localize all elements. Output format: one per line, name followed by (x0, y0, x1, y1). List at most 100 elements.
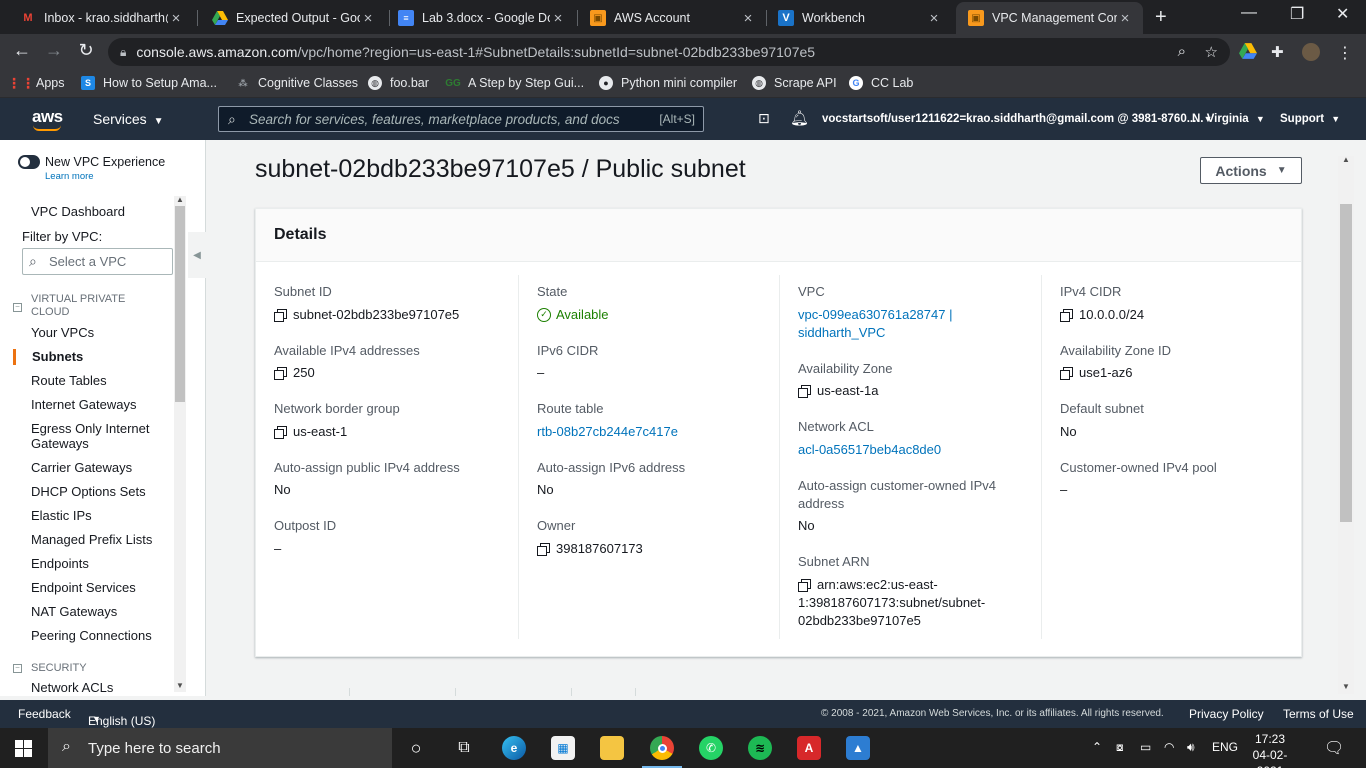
chrome-icon[interactable] (650, 736, 674, 760)
wifi-icon[interactable]: ◠ (1164, 740, 1174, 754)
aws-search-input[interactable]: ⌕ Search for services, features, marketp… (218, 106, 704, 132)
scroll-up-icon[interactable]: ▲ (1342, 155, 1350, 164)
bookmark-scrape-api[interactable]: ◍ Scrape API (752, 76, 837, 90)
reload-icon[interactable]: ↻ (74, 40, 98, 61)
extensions-puzzle-icon[interactable]: ✚ (1271, 43, 1289, 61)
sidebar-item-nat-gateways[interactable]: NAT Gateways (31, 604, 117, 619)
copy-icon[interactable] (1060, 309, 1073, 322)
route-table-link[interactable]: rtb-08b27cb244e7c417e (537, 423, 678, 441)
scroll-down-icon[interactable]: ▼ (1342, 682, 1350, 691)
microsoft-store-icon[interactable]: ▦ (551, 736, 575, 760)
new-tab-icon[interactable]: + (1155, 6, 1167, 29)
restore-icon[interactable]: ❐ (1290, 4, 1304, 24)
tab-vpc-management[interactable]: ▣ VPC Management Cons × (956, 2, 1143, 34)
close-icon[interactable]: × (740, 10, 756, 27)
notifications-bell-icon[interactable]: 🔔︎ (790, 109, 809, 127)
bookmark-how-to-setup[interactable]: S How to Setup Ama... (81, 76, 217, 90)
bookmark-star-icon[interactable]: ☆ (1205, 43, 1218, 61)
services-menu[interactable]: Services ▼ (93, 111, 163, 127)
close-icon[interactable]: × (550, 10, 566, 27)
collapse-section-icon[interactable]: − (13, 664, 22, 673)
bookmark-step-by-step[interactable]: GG A Step by Step Gui... (445, 76, 584, 90)
minimize-icon[interactable]: — (1241, 4, 1257, 22)
scroll-down-icon[interactable]: ▼ (176, 681, 184, 690)
zoom-icon[interactable]: ⌕ (1178, 43, 1186, 60)
sidebar-item-elastic-ips[interactable]: Elastic IPs (31, 508, 92, 523)
close-icon[interactable]: × (1117, 10, 1133, 27)
privacy-policy-link[interactable]: Privacy Policy (1189, 707, 1264, 721)
copy-icon[interactable] (1060, 367, 1073, 380)
tab-lab3-docx[interactable]: ≡ Lab 3.docx - Google Do × (386, 2, 576, 34)
vpc-link-line2[interactable]: siddharth_VPC (798, 324, 885, 342)
aws-logo[interactable]: aws (32, 107, 63, 131)
scroll-up-icon[interactable]: ▲ (176, 195, 184, 204)
whatsapp-icon[interactable]: ✆ (699, 736, 723, 760)
cortana-circle-icon[interactable]: ○ (404, 736, 428, 760)
copy-icon[interactable] (798, 385, 811, 398)
network-acl-link[interactable]: acl-0a56517beb4ac8de0 (798, 441, 941, 459)
sidebar-item-network-acls[interactable]: Network ACLs (31, 680, 113, 695)
taskbar-search-input[interactable]: ⌕ Type here to search (48, 728, 392, 768)
close-icon[interactable]: × (926, 10, 942, 27)
copy-icon[interactable] (274, 367, 287, 380)
tab-expected-output[interactable]: Expected Output - Goo × (200, 2, 386, 34)
main-scroll-thumb[interactable] (1340, 204, 1352, 522)
sidebar-item-vpc-dashboard[interactable]: VPC Dashboard (31, 204, 125, 219)
sidebar-item-endpoint-services[interactable]: Endpoint Services (31, 580, 136, 595)
sidebar-item-egress-only-gateways[interactable]: Egress Only Internet Gateways (31, 421, 166, 451)
input-language[interactable]: ENG (1212, 740, 1238, 754)
cloudshell-icon[interactable]: ⊡ (758, 110, 770, 127)
acrobat-reader-icon[interactable]: A (797, 736, 821, 760)
tab-gmail[interactable]: M Inbox - krao.siddharth@ × (8, 2, 194, 34)
bookmark-cc-lab[interactable]: G CC Lab (849, 76, 913, 90)
region-menu[interactable]: N. Virginia ▼ (1192, 113, 1265, 125)
collapse-section-icon[interactable]: − (13, 303, 22, 312)
sidebar-item-internet-gateways[interactable]: Internet Gateways (31, 397, 137, 412)
actions-button[interactable]: Actions ▼ (1200, 157, 1302, 184)
close-icon[interactable]: × (360, 10, 376, 27)
sidebar-item-endpoints[interactable]: Endpoints (31, 556, 89, 571)
terms-of-use-link[interactable]: Terms of Use (1283, 707, 1354, 721)
sidebar-item-subnets[interactable]: Subnets (32, 349, 83, 364)
copy-icon[interactable] (274, 309, 287, 322)
system-clock[interactable]: 17:23 04-02-2021 (1248, 731, 1292, 768)
file-explorer-icon[interactable] (600, 736, 624, 760)
bookmark-python-compiler[interactable]: ● Python mini compiler (599, 76, 737, 90)
copy-icon[interactable] (537, 543, 550, 556)
bookmark-cognitive-classes[interactable]: ⁂ Cognitive Classes (236, 76, 358, 90)
new-vpc-experience-toggle[interactable] (18, 155, 40, 169)
sidebar-item-peering-connections[interactable]: Peering Connections (31, 628, 152, 643)
address-bar[interactable]: 🔒︎ console.aws.amazon.com/vpc/home?regio… (108, 38, 1230, 66)
close-icon[interactable]: × (168, 10, 184, 27)
photos-app-icon[interactable]: ▲ (846, 736, 870, 760)
main-scrollbar[interactable]: ▲ ▼ (1338, 155, 1354, 694)
notification-center-icon[interactable]: 🗨︎ (1324, 738, 1344, 758)
collapse-sidebar-handle[interactable]: ◀ (188, 232, 206, 278)
volume-icon[interactable]: 🔊︎ (1187, 740, 1195, 755)
meet-now-icon[interactable]: ⧇ (1116, 740, 1124, 755)
edge-browser-icon[interactable]: e (502, 736, 526, 760)
copy-icon[interactable] (274, 426, 287, 439)
sidebar-item-dhcp-options-sets[interactable]: DHCP Options Sets (31, 484, 146, 499)
battery-icon[interactable]: ▭ (1140, 740, 1151, 754)
sidebar-item-your-vpcs[interactable]: Your VPCs (31, 325, 94, 340)
task-view-icon[interactable]: ⧉ (452, 736, 476, 760)
tab-workbench[interactable]: V Workbench × (766, 2, 952, 34)
support-menu[interactable]: Support ▼ (1280, 113, 1340, 125)
feedback-link[interactable]: Feedback (18, 707, 71, 721)
copy-icon[interactable] (798, 579, 811, 592)
spotify-icon[interactable]: ≋ (748, 736, 772, 760)
chrome-menu-icon[interactable]: ⋮ (1336, 43, 1354, 62)
show-hidden-icons-chevron[interactable]: ⌃ (1092, 740, 1102, 754)
close-window-icon[interactable]: ✕ (1336, 4, 1349, 24)
sidebar-scrollbar[interactable]: ▲ ▼ (174, 195, 186, 692)
profile-avatar[interactable] (1302, 43, 1320, 61)
sidebar-item-managed-prefix-lists[interactable]: Managed Prefix Lists (31, 532, 152, 547)
learn-more-link[interactable]: Learn more (45, 171, 165, 182)
tab-aws-account[interactable]: ▣ AWS Account × (578, 2, 766, 34)
bookmark-foo-bar[interactable]: ◍ foo.bar (368, 76, 429, 90)
sidebar-item-carrier-gateways[interactable]: Carrier Gateways (31, 460, 132, 475)
back-arrow-icon[interactable]: ← (10, 40, 34, 61)
windows-start-icon[interactable] (15, 740, 32, 760)
bookmark-apps[interactable]: ⋮⋮ Apps (7, 75, 65, 91)
